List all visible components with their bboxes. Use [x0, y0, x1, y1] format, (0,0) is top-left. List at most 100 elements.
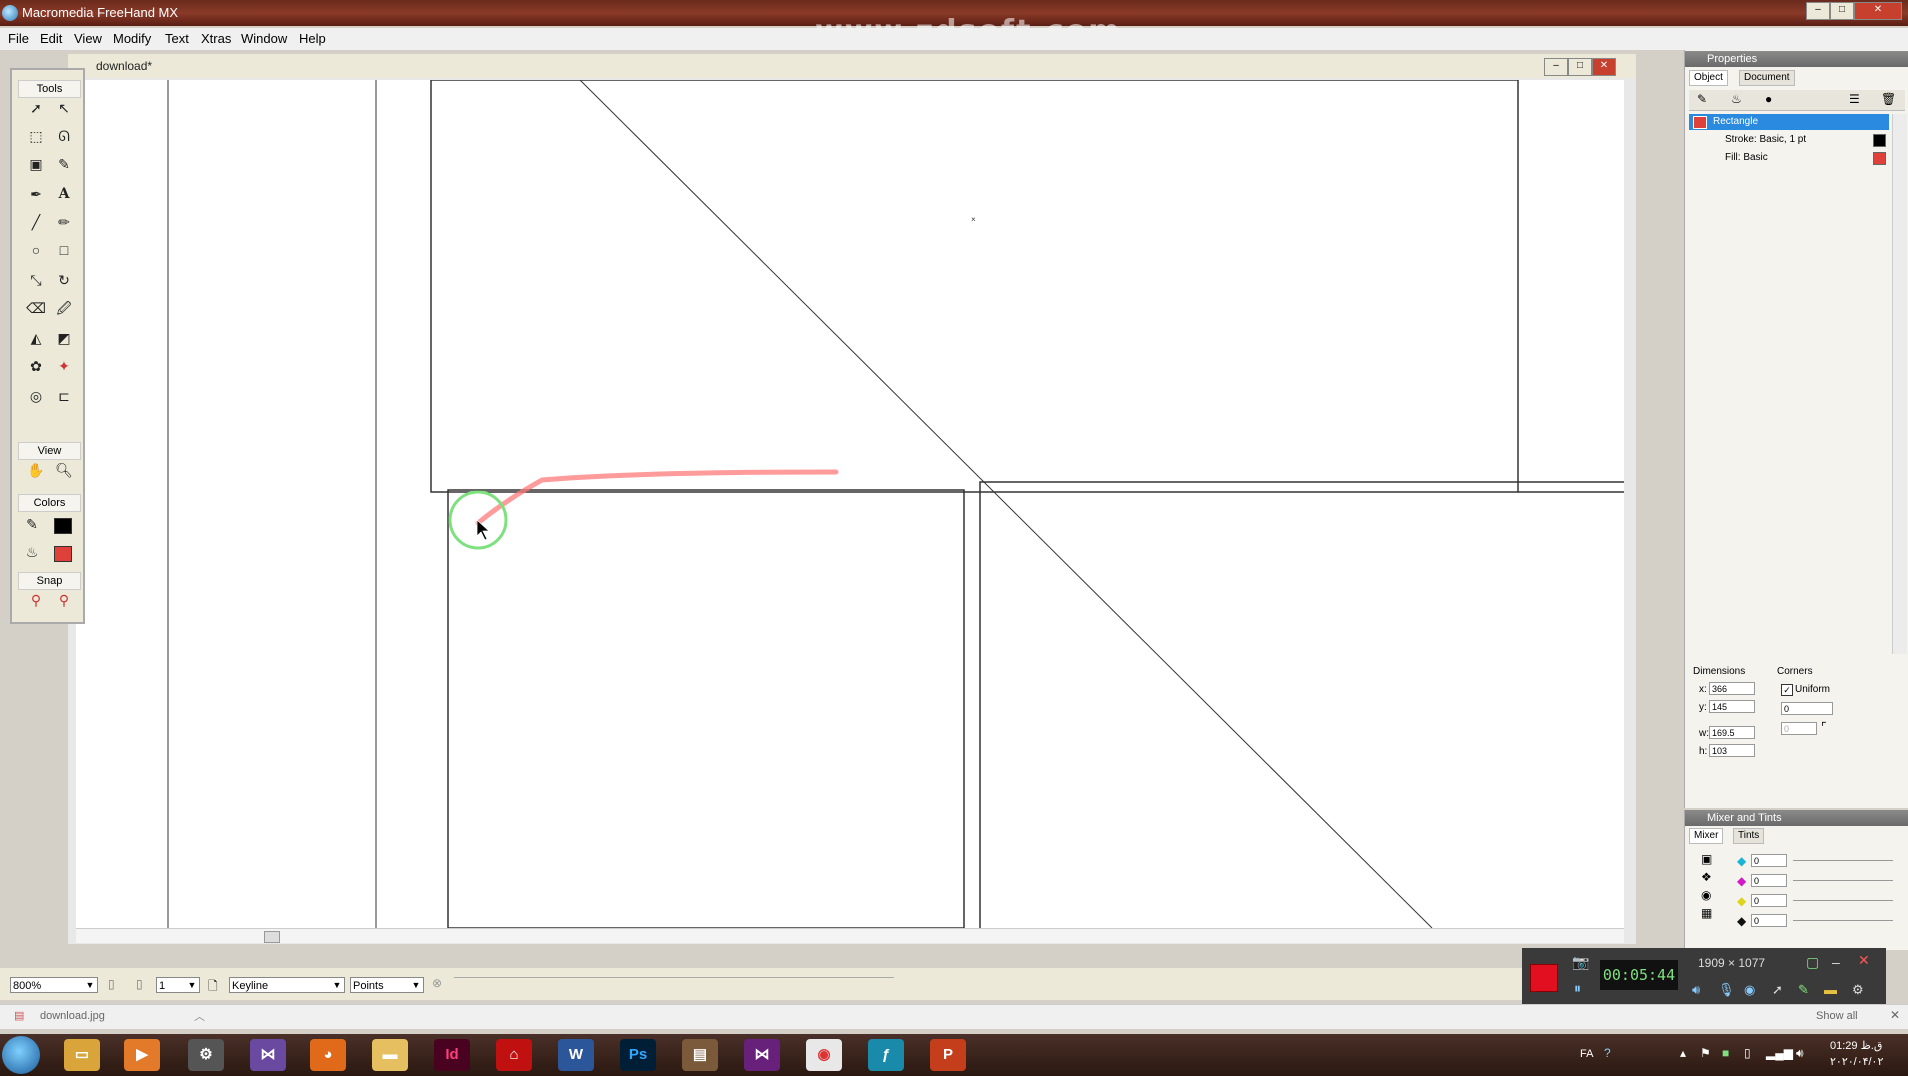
spray-tool-icon[interactable]: ✦ [54, 356, 74, 376]
clock-time[interactable]: 01:29 ق.ظ [1830, 1039, 1882, 1052]
yellow-slider[interactable] [1793, 900, 1893, 901]
media-player-icon[interactable]: ▶ [124, 1039, 160, 1071]
magenta-slider[interactable] [1793, 880, 1893, 881]
w-field[interactable]: 169.5 [1709, 726, 1755, 739]
tab-tints[interactable]: Tints [1733, 828, 1765, 844]
microphone-icon[interactable]: 🎙︎ [1718, 982, 1735, 998]
record-button[interactable] [1530, 964, 1558, 992]
powerpoint-icon[interactable]: P [930, 1039, 966, 1071]
cyan-field[interactable]: 0 [1751, 854, 1787, 867]
magenta-field[interactable]: 0 [1751, 874, 1787, 887]
firefox-icon[interactable]: ◕ [310, 1039, 346, 1071]
connector-tool-icon[interactable]: ⊏ [54, 386, 74, 406]
stroke-color-swatch[interactable] [54, 518, 72, 534]
snap-to-point-icon[interactable]: ⚲ [26, 590, 46, 610]
corner-radius-field[interactable]: 0 [1781, 702, 1833, 715]
page-tool-icon[interactable]: ⬚ [26, 126, 46, 146]
menu-window[interactable]: Window [241, 31, 287, 46]
horizontal-scrollbar[interactable] [76, 928, 1624, 943]
start-button[interactable] [2, 1036, 40, 1074]
add-effect-icon[interactable]: ● [1765, 92, 1772, 106]
scroll-thumb[interactable] [264, 931, 280, 943]
tab-mixer[interactable]: Mixer [1689, 828, 1724, 844]
rotate-tool-icon[interactable]: ↻ [54, 270, 74, 290]
tab-document[interactable]: Document [1739, 70, 1795, 86]
perspective-tool-icon[interactable]: ◩ [54, 328, 74, 348]
eraser-tool-icon[interactable]: ⌫ [26, 298, 46, 318]
settings-gear-icon[interactable]: ⚙ [1852, 982, 1864, 998]
show-all-link[interactable]: Show all [1816, 1010, 1858, 1022]
close-button[interactable]: ✕ [1854, 2, 1902, 20]
selected-object-row[interactable]: Rectangle [1689, 114, 1889, 130]
doc-close-button[interactable]: ✕ [1592, 58, 1616, 76]
view-mode-select[interactable]: Keyline ▼ [229, 977, 345, 993]
options-icon[interactable]: ☰ [1849, 92, 1860, 106]
pen-tool-icon[interactable]: ✒ [26, 184, 46, 204]
download-file-name[interactable]: download.jpg [40, 1010, 105, 1022]
previous-page-icon[interactable]: ▯ [108, 977, 115, 991]
blend-tool-icon[interactable]: ◭ [26, 328, 46, 348]
stroke-swatch[interactable] [1873, 134, 1886, 147]
language-indicator[interactable]: FA [1580, 1048, 1593, 1060]
menu-file[interactable]: File [8, 31, 29, 46]
folder-icon[interactable]: ▬ [1824, 982, 1837, 997]
subselect-tool-icon[interactable]: ↖ [54, 98, 74, 118]
x-field[interactable]: 366 [1709, 682, 1755, 695]
menu-modify[interactable]: Modify [113, 31, 151, 46]
window-icon[interactable]: ▢ [1806, 954, 1819, 971]
minimize-button[interactable]: – [1806, 2, 1830, 20]
add-stroke-icon[interactable]: ✎ [1697, 92, 1707, 106]
zoom-select[interactable]: 800% ▼ [10, 977, 98, 993]
acrobat-icon[interactable]: ⌂ [496, 1039, 532, 1071]
knife-tool-icon[interactable]: 🖉 [54, 298, 74, 318]
word-icon[interactable]: W [558, 1039, 594, 1071]
ellipse-tool-icon[interactable]: ○ [26, 240, 46, 260]
tray-expand-icon[interactable]: ▴ [1680, 1046, 1686, 1060]
visual-studio-icon[interactable]: ⋈ [250, 1039, 286, 1071]
freehand-taskbar-icon[interactable]: ƒ [868, 1039, 904, 1071]
pointer-tool-icon[interactable]: ➚ [26, 98, 46, 118]
zoom-tool-icon[interactable]: 🔍︎ [54, 460, 74, 480]
black-field[interactable]: 0 [1751, 914, 1787, 927]
tool-app-icon[interactable]: ⚙ [188, 1039, 224, 1071]
target-icon[interactable]: ⊗ [432, 976, 442, 990]
stroke-row[interactable]: Stroke: Basic, 1 pt [1689, 132, 1889, 148]
menu-view[interactable]: View [74, 31, 102, 46]
menu-text[interactable]: Text [165, 31, 189, 46]
pause-icon[interactable]: ⏸ [1574, 980, 1581, 997]
eyedropper-tool-icon[interactable]: ✎ [54, 154, 74, 174]
cyan-slider[interactable] [1793, 860, 1893, 861]
chevron-up-icon[interactable]: ︿ [194, 1008, 205, 1024]
fill-row[interactable]: Fill: Basic [1689, 150, 1889, 166]
h-field[interactable]: 103 [1709, 744, 1755, 757]
units-select[interactable]: Points ▼ [350, 977, 424, 993]
rect-top[interactable] [430, 80, 1519, 493]
mixer-header[interactable]: Mixer and Tints [1685, 810, 1908, 826]
corner-radius-field-2[interactable]: 0 [1781, 722, 1817, 735]
recorder-minimize-icon[interactable]: – [1832, 954, 1840, 970]
rect-selected[interactable] [447, 489, 965, 928]
rgb-mode-icon[interactable]: ❖ [1701, 870, 1712, 884]
pencil-tool-icon[interactable]: ✏ [54, 212, 74, 232]
menu-edit[interactable]: Edit [40, 31, 62, 46]
snap-to-guide-icon[interactable]: ⚲ [54, 590, 74, 610]
fill-swatch[interactable] [1873, 152, 1886, 165]
trash-icon[interactable]: 🗑 [1881, 92, 1896, 106]
menu-xtras[interactable]: Xtras [201, 31, 231, 46]
menu-help[interactable]: Help [299, 31, 326, 46]
camera-icon[interactable]: 📷 [1572, 954, 1589, 971]
speaker-icon[interactable]: 🔊︎ [1692, 982, 1700, 998]
y-field[interactable]: 145 [1709, 700, 1755, 713]
scale-tool-icon[interactable]: ⤡ [26, 270, 46, 290]
help-icon[interactable]: ? [1604, 1046, 1611, 1060]
battery-icon[interactable]: ▯ [1744, 1046, 1751, 1060]
maximize-button[interactable]: □ [1830, 2, 1854, 20]
cursor-icon[interactable]: ➚ [1772, 982, 1783, 998]
drawing-canvas[interactable]: × [76, 80, 1624, 928]
fill-color-swatch[interactable] [54, 546, 72, 562]
corner-style-icon[interactable]: ⌜ [1821, 720, 1827, 734]
trace-tool-icon[interactable]: ▣ [26, 154, 46, 174]
system-picker-icon[interactable]: ▦ [1701, 906, 1712, 920]
hls-mode-icon[interactable]: ◉ [1701, 888, 1711, 902]
download-close-icon[interactable]: ✕ [1890, 1008, 1900, 1022]
